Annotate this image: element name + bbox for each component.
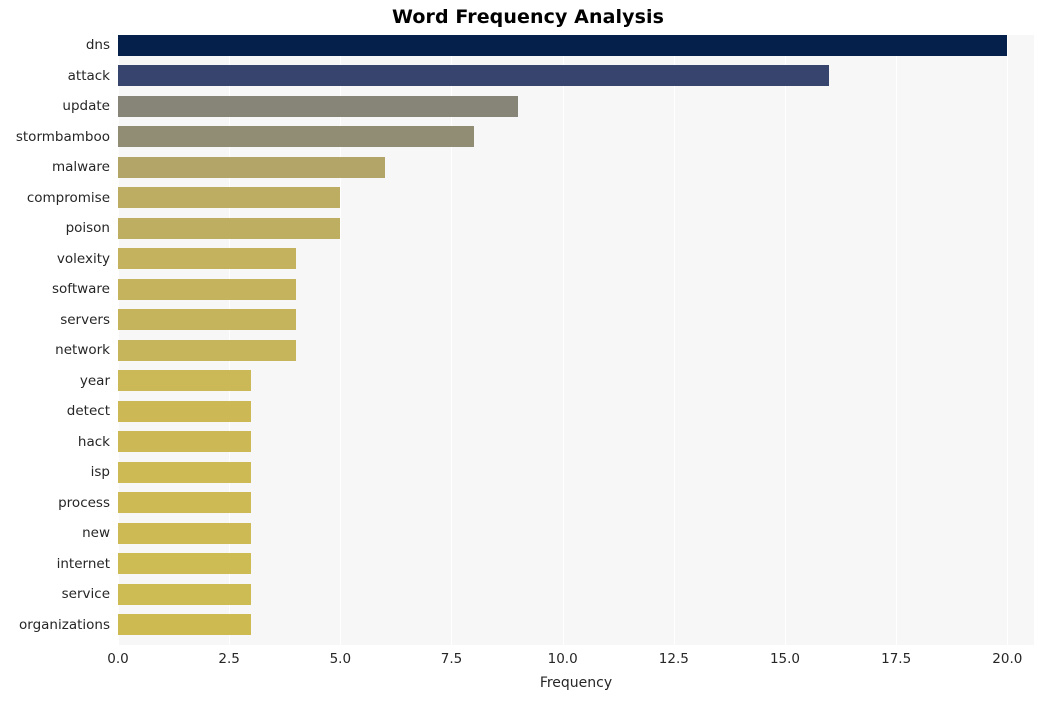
bar: [118, 278, 296, 300]
bar: [118, 461, 252, 483]
bar: [118, 187, 341, 209]
bar: [118, 35, 1008, 56]
x-tick-label: 2.5: [218, 651, 240, 667]
y-tick-label: internet: [56, 555, 110, 572]
y-tick-label: new: [82, 525, 110, 542]
x-tick-label: 17.5: [881, 651, 912, 667]
bar: [118, 431, 252, 453]
y-tick-label: isp: [90, 464, 110, 481]
x-tick-label: 0.0: [107, 651, 129, 667]
gridline: [1007, 35, 1009, 645]
chart-figure: Word Frequency Analysis dns attack update s…: [0, 0, 1056, 701]
y-tick-label: network: [55, 342, 110, 359]
y-tick-label: service: [61, 586, 110, 603]
gridline: [673, 35, 675, 645]
bar: [118, 370, 252, 392]
gridline: [784, 35, 786, 645]
y-tick-label: software: [52, 281, 110, 298]
y-tick-label: attack: [67, 67, 110, 84]
bar: [118, 553, 252, 575]
y-tick-label: update: [62, 98, 110, 115]
y-tick-label: compromise: [26, 189, 110, 206]
x-tick-label: 12.5: [658, 651, 689, 667]
bar: [118, 95, 519, 117]
y-tick-label: detect: [66, 403, 110, 420]
bar: [118, 492, 252, 514]
bar: [118, 248, 296, 270]
y-tick-label: stormbamboo: [15, 128, 110, 145]
page-title: Word Frequency Analysis: [391, 6, 665, 28]
bar: [118, 339, 296, 361]
bar: [118, 156, 385, 178]
x-tick-label: 7.5: [440, 651, 463, 667]
x-axis: 0.0 2.5 5.0 7.5 10.0 12.5 15.0 17.5 20.0: [0, 651, 1056, 671]
x-axis-title: Frequency: [539, 675, 613, 691]
bar: [118, 65, 830, 87]
bar: [118, 614, 252, 636]
x-tick-label: 10.0: [547, 651, 578, 667]
y-tick-label: dns: [85, 37, 110, 54]
y-tick-label: organizations: [19, 616, 110, 633]
y-tick-label: hack: [77, 433, 110, 450]
plot-area: [118, 35, 1034, 645]
y-tick-label: volexity: [56, 250, 110, 267]
x-tick-label: 5.0: [329, 651, 352, 667]
bar: [118, 217, 341, 239]
bar: [118, 400, 252, 422]
x-tick-label: 20.0: [992, 651, 1023, 667]
y-tick-label: servers: [60, 311, 110, 328]
bar: [118, 126, 474, 148]
y-tick-label: malware: [51, 159, 110, 176]
bar: [118, 583, 252, 605]
bar: [118, 522, 252, 544]
bar: [118, 309, 296, 331]
x-tick-label: 15.0: [769, 651, 801, 667]
y-tick-label: poison: [65, 220, 110, 237]
y-axis: dns attack update stormbamboo malware comprom…: [0, 35, 110, 645]
gridline: [562, 35, 564, 645]
y-tick-label: process: [58, 494, 110, 511]
gridline: [896, 35, 898, 645]
y-tick-label: year: [79, 372, 110, 389]
